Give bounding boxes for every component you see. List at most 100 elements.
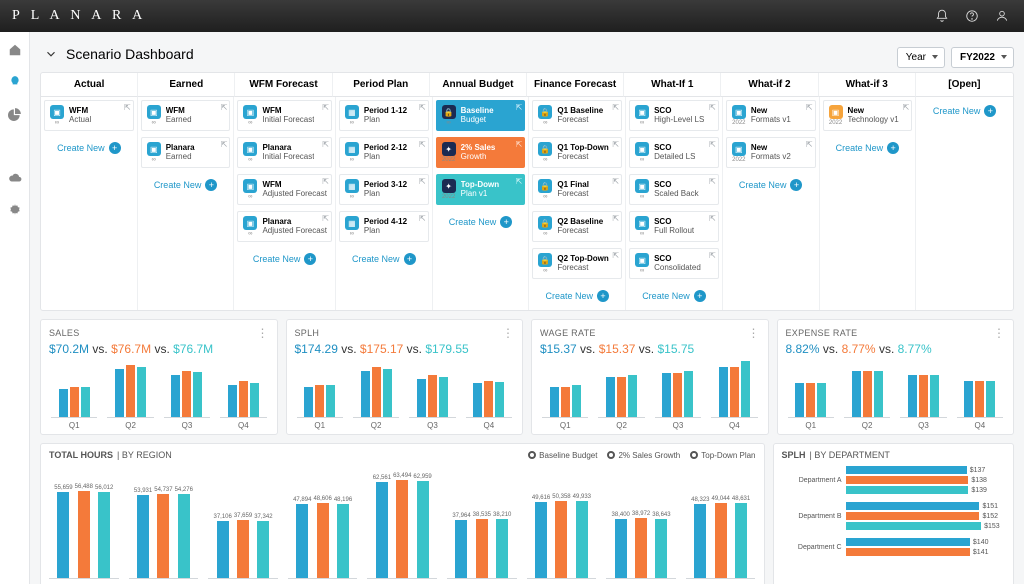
popout-icon[interactable]: ⇱ (419, 214, 426, 223)
popout-icon[interactable]: ⇱ (612, 177, 619, 186)
scenario-card[interactable]: 🔒∞Q1 BaselineForecast⇱ (532, 100, 622, 131)
help-icon[interactable] (962, 6, 982, 26)
metric-values: $15.37 vs. $15.37 vs. $15.75 (540, 342, 760, 356)
scenario-card[interactable]: ▣2022NewTechnology v1⇱ (823, 100, 913, 131)
popout-icon[interactable]: ⇱ (612, 140, 619, 149)
create-new-button[interactable]: Create New+ (234, 245, 334, 273)
create-new-button[interactable]: Create New+ (723, 171, 819, 199)
bar (304, 387, 313, 417)
scenario-card[interactable]: 🔒∞BaselineBudget⇱ (436, 100, 526, 131)
popout-icon[interactable]: ⇱ (612, 251, 619, 260)
popout-icon[interactable]: ⇱ (709, 140, 716, 149)
scenario-card[interactable]: ▣∞PlanaraAdjusted Forecast⇱ (237, 211, 331, 242)
piechart-icon[interactable] (7, 106, 23, 122)
scenario-card[interactable]: ▣∞WFMAdjusted Forecast⇱ (237, 174, 331, 205)
bar (846, 538, 970, 546)
kebab-menu-icon[interactable]: ⋮ (257, 326, 269, 340)
popout-icon[interactable]: ⇱ (124, 103, 131, 112)
popout-icon[interactable]: ⇱ (806, 103, 813, 112)
scenario-card[interactable]: ▣∞PlanaraInitial Forecast⇱ (237, 137, 331, 168)
popout-icon[interactable]: ⇱ (322, 177, 329, 186)
create-new-button[interactable]: Create New+ (433, 208, 529, 236)
scenario-card[interactable]: ▣∞PlanaraEarned⇱ (141, 137, 231, 168)
kebab-menu-icon[interactable]: ⋮ (502, 326, 514, 340)
gear-icon[interactable] (7, 202, 23, 218)
bar (846, 466, 967, 474)
create-new-button[interactable]: Create New+ (336, 245, 432, 273)
scenario-card[interactable]: 🔒∞Q1 FinalForecast⇱ (532, 174, 622, 205)
kebab-menu-icon[interactable]: ⋮ (993, 326, 1005, 340)
scenario-card[interactable]: ▣∞WFMEarned⇱ (141, 100, 231, 131)
kebab-menu-icon[interactable]: ⋮ (748, 326, 760, 340)
bar (171, 375, 180, 417)
popout-icon[interactable]: ⇱ (322, 103, 329, 112)
popout-icon[interactable]: ⇱ (419, 177, 426, 186)
scenario-card[interactable]: ▦∞Period 2-12Plan⇱ (339, 137, 429, 168)
bell-icon[interactable] (932, 6, 952, 26)
scenario-card[interactable]: ✦2022Top-DownPlan v1⇱ (436, 174, 526, 205)
popout-icon[interactable]: ⇱ (221, 140, 228, 149)
total-hours-title: TOTAL HOURS (49, 450, 113, 460)
popout-icon[interactable]: ⇱ (612, 103, 619, 112)
popout-icon[interactable]: ⇱ (516, 177, 523, 186)
scenario-card[interactable]: ▣2022NewFormats v2⇱ (726, 137, 816, 168)
left-nav-rail (0, 32, 30, 584)
bulb-icon[interactable] (7, 74, 23, 90)
scenario-card[interactable]: ▣∞WFMActual⇱ (44, 100, 134, 131)
popout-icon[interactable]: ⇱ (709, 214, 716, 223)
dashboard-title-toggle[interactable]: Scenario Dashboard (40, 42, 194, 72)
popout-icon[interactable]: ⇱ (709, 251, 716, 260)
column-header: [Open] (916, 73, 1013, 97)
create-new-button[interactable]: Create New+ (41, 134, 137, 162)
popout-icon[interactable]: ⇱ (516, 103, 523, 112)
bar (975, 381, 984, 417)
scenario-card[interactable]: 🔒∞Q1 Top-DownForecast⇱ (532, 137, 622, 168)
bar (615, 519, 627, 578)
metric-chart: Q1Q2Q3Q4 (786, 356, 1006, 430)
scenario-card[interactable]: ▣∞SCOFull Rollout⇱ (629, 211, 719, 242)
bar (476, 519, 488, 578)
popout-icon[interactable]: ⇱ (516, 140, 523, 149)
create-new-button[interactable]: Create New+ (916, 97, 1013, 125)
scenario-card[interactable]: ▣∞SCODetailed LS⇱ (629, 137, 719, 168)
scenario-card[interactable]: 🔒∞Q2 BaselineForecast⇱ (532, 211, 622, 242)
grid-column: ▣2022NewFormats v1⇱ ▣2022NewFormats v2⇱ Cr… (723, 97, 820, 310)
popout-icon[interactable]: ⇱ (709, 177, 716, 186)
popout-icon[interactable]: ⇱ (806, 140, 813, 149)
scenario-card[interactable]: ▣∞SCOHigh-Level LS⇱ (629, 100, 719, 131)
create-new-button[interactable]: Create New+ (626, 282, 722, 310)
scenario-card[interactable]: ▣∞SCOConsolidated⇱ (629, 248, 719, 279)
create-new-button[interactable]: Create New+ (820, 134, 916, 162)
popout-icon[interactable]: ⇱ (709, 103, 716, 112)
scenario-card[interactable]: ▣∞SCOScaled Back⇱ (629, 174, 719, 205)
bar (237, 520, 249, 578)
scenario-card[interactable]: ▦∞Period 4-12Plan⇱ (339, 211, 429, 242)
scenario-card[interactable]: ▦∞Period 1-12Plan⇱ (339, 100, 429, 131)
scenario-card[interactable]: 🔒∞Q2 Top-DownForecast⇱ (532, 248, 622, 279)
popout-icon[interactable]: ⇱ (322, 214, 329, 223)
popout-icon[interactable]: ⇱ (322, 140, 329, 149)
bar (684, 371, 693, 417)
create-new-button[interactable]: Create New+ (529, 282, 625, 310)
brand-logo: P L A N A R A (12, 8, 146, 24)
fy-select[interactable]: FY2022 (951, 47, 1014, 68)
home-icon[interactable] (7, 42, 23, 58)
splh-dept-subtitle: | BY DEPARTMENT (810, 450, 890, 460)
popout-icon[interactable]: ⇱ (419, 103, 426, 112)
popout-icon[interactable]: ⇱ (612, 214, 619, 223)
scenario-card[interactable]: ▦∞Period 3-12Plan⇱ (339, 174, 429, 205)
scenario-card[interactable]: ✦20222% SalesGrowth⇱ (436, 137, 526, 168)
year-select[interactable]: Year (897, 47, 945, 68)
create-new-button[interactable]: Create New+ (138, 171, 234, 199)
bar (673, 373, 682, 417)
list-icon[interactable] (7, 138, 23, 154)
bar (846, 476, 969, 484)
scenario-card[interactable]: ▣∞WFMInitial Forecast⇱ (237, 100, 331, 131)
cloud-icon[interactable] (7, 170, 23, 186)
popout-icon[interactable]: ⇱ (903, 103, 910, 112)
popout-icon[interactable]: ⇱ (419, 140, 426, 149)
scenario-card[interactable]: ▣2022NewFormats v1⇱ (726, 100, 816, 131)
bar (846, 522, 982, 530)
user-icon[interactable] (992, 6, 1012, 26)
popout-icon[interactable]: ⇱ (221, 103, 228, 112)
